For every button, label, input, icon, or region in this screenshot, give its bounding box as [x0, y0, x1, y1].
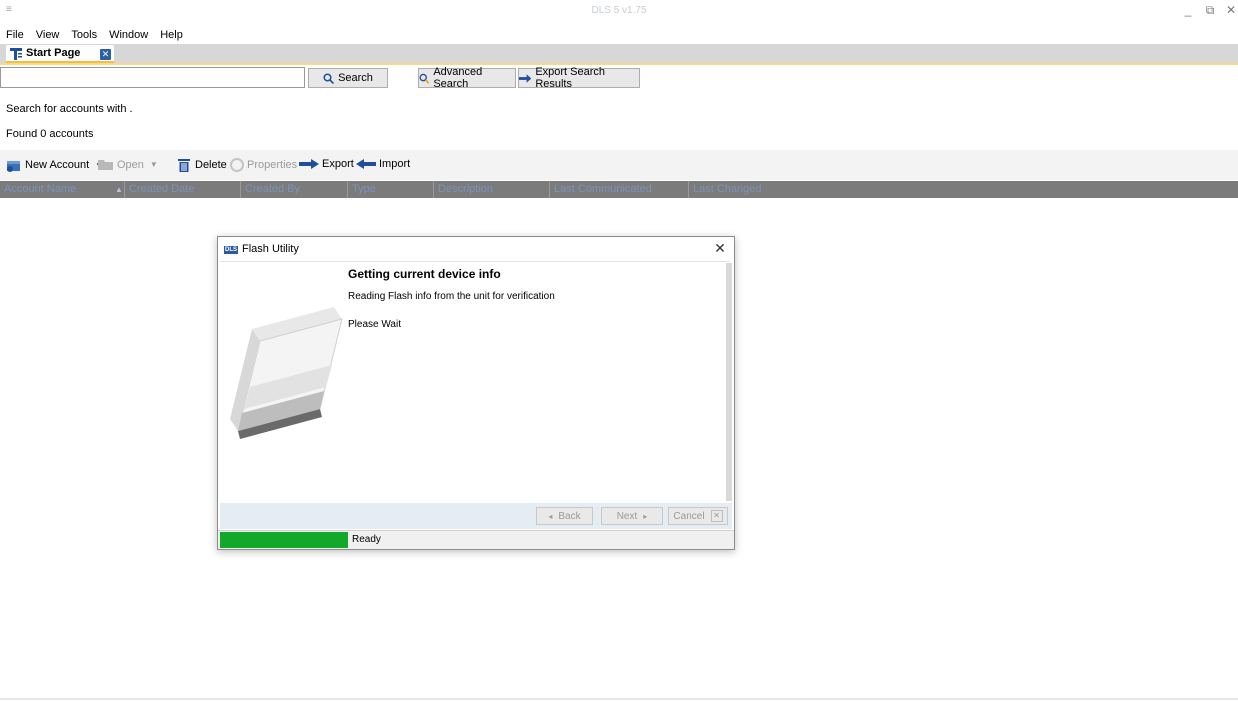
menu-window[interactable]: Window: [103, 26, 154, 44]
close-window-button[interactable]: ✕: [1224, 3, 1238, 17]
progress-bar: [220, 532, 348, 548]
properties-label: Properties: [247, 159, 298, 171]
cancel-button[interactable]: Cancel ✕: [668, 507, 728, 525]
col-last-communicated-label: Last Communicated: [554, 183, 652, 195]
dialog-heading: Getting current device info: [348, 267, 501, 281]
dialog-side-bar: [726, 263, 732, 501]
export-search-results-label: Export Search Results: [535, 66, 606, 90]
start-page-icon: [10, 48, 22, 60]
export-button[interactable]: Export: [299, 158, 354, 170]
folder-icon: [98, 160, 113, 170]
account-toolbar: New Account ▼ Open ▼ Delete Properties E…: [0, 150, 1238, 180]
menu-help[interactable]: Help: [154, 26, 189, 44]
search-icon: [323, 72, 335, 84]
new-account-button[interactable]: New Account ▼: [6, 158, 103, 172]
col-description[interactable]: Description: [433, 181, 549, 198]
menu-tools[interactable]: Tools: [65, 26, 103, 44]
col-created-by-label: Created By: [245, 183, 301, 195]
col-last-changed-label: Last Changed: [693, 183, 762, 195]
dls-logo-icon: DLS: [224, 246, 238, 254]
bottom-divider: [0, 698, 1238, 700]
restore-button[interactable]: ⧉: [1202, 3, 1218, 17]
search-input[interactable]: [0, 67, 305, 88]
new-account-label: New Account: [25, 159, 90, 171]
col-description-label: Description: [438, 183, 494, 195]
status-text: Ready: [352, 534, 381, 545]
properties-icon: [230, 158, 244, 172]
next-button[interactable]: Next ▸: [601, 507, 663, 525]
sort-ascending-icon: ▲: [115, 185, 123, 194]
properties-button[interactable]: Properties: [230, 158, 297, 172]
progress-bar-fill: [220, 532, 348, 548]
import-label: Import: [379, 158, 411, 170]
advanced-search-label: Advanced Search: [433, 66, 483, 90]
delete-label: Delete: [195, 159, 227, 171]
next-button-label: Next: [616, 510, 638, 522]
flash-utility-dialog: DLS Flash Utility ✕ Getting current devi…: [217, 236, 735, 550]
col-type-label: Type: [352, 183, 376, 195]
search-summary-text: Search for accounts with .: [6, 103, 133, 115]
col-created-by[interactable]: Created By: [240, 181, 347, 198]
tab-close-icon[interactable]: ✕: [100, 49, 111, 60]
back-arrow-icon: ◂: [548, 511, 553, 521]
col-created-date[interactable]: Created Date: [124, 181, 240, 198]
cancel-button-label: Cancel: [673, 510, 705, 522]
advanced-search-button[interactable]: Advanced Search: [418, 66, 516, 90]
chevron-down-icon[interactable]: ▼: [150, 160, 158, 169]
search-button-label: Search: [338, 72, 373, 84]
minimize-button[interactable]: _: [1180, 3, 1196, 17]
dialog-close-icon[interactable]: ✕: [712, 240, 728, 256]
arrow-right-icon: [519, 73, 532, 83]
advanced-search-icon: [419, 73, 430, 84]
dialog-wait-text: Please Wait: [348, 319, 401, 330]
device-illustration-icon: [230, 307, 343, 439]
next-arrow-icon: ▸: [643, 511, 648, 521]
window-title: DLS 5 v1.75: [591, 5, 647, 16]
delete-button[interactable]: Delete: [178, 158, 227, 172]
import-arrow-icon: [356, 159, 376, 169]
menu-file[interactable]: File: [0, 26, 30, 44]
new-account-icon: [7, 161, 20, 172]
open-button[interactable]: Open ▼: [98, 158, 158, 171]
dialog-message: Reading Flash info from the unit for ver…: [348, 291, 555, 302]
export-label: Export: [322, 158, 354, 170]
col-last-changed[interactable]: Last Changed: [688, 181, 808, 198]
back-button[interactable]: ◂ Back: [536, 507, 593, 525]
col-account-name[interactable]: Account Name: [0, 181, 110, 198]
search-button[interactable]: Search: [308, 68, 388, 88]
tab-start-page[interactable]: Start Page ✕: [6, 45, 114, 63]
accounts-grid-header: Account Name ▲ Created Date Created By T…: [0, 181, 1238, 198]
export-search-results-button[interactable]: Export Search Results: [518, 66, 640, 90]
tab-strip: Start Page ✕: [0, 44, 1238, 65]
trash-icon: [178, 159, 190, 172]
col-account-name-label: Account Name: [4, 183, 77, 195]
menu-view[interactable]: View: [30, 26, 66, 44]
dialog-title: Flash Utility: [242, 243, 299, 255]
found-count-text: Found 0 accounts: [6, 128, 94, 140]
cancel-x-icon: ✕: [710, 510, 723, 522]
tab-start-page-label: Start Page: [26, 47, 81, 59]
menu-bar: File View Tools Window Help: [0, 26, 189, 44]
col-last-communicated[interactable]: Last Communicated: [549, 181, 688, 198]
open-label: Open: [117, 158, 144, 171]
export-arrow-icon: [299, 159, 319, 169]
back-button-label: Back: [558, 510, 581, 522]
import-button[interactable]: Import: [356, 158, 410, 170]
title-bar: ≡ DLS 5 v1.75 _ ⧉ ✕: [0, 0, 1238, 22]
col-created-date-label: Created Date: [129, 183, 195, 195]
col-type[interactable]: Type: [347, 181, 433, 198]
